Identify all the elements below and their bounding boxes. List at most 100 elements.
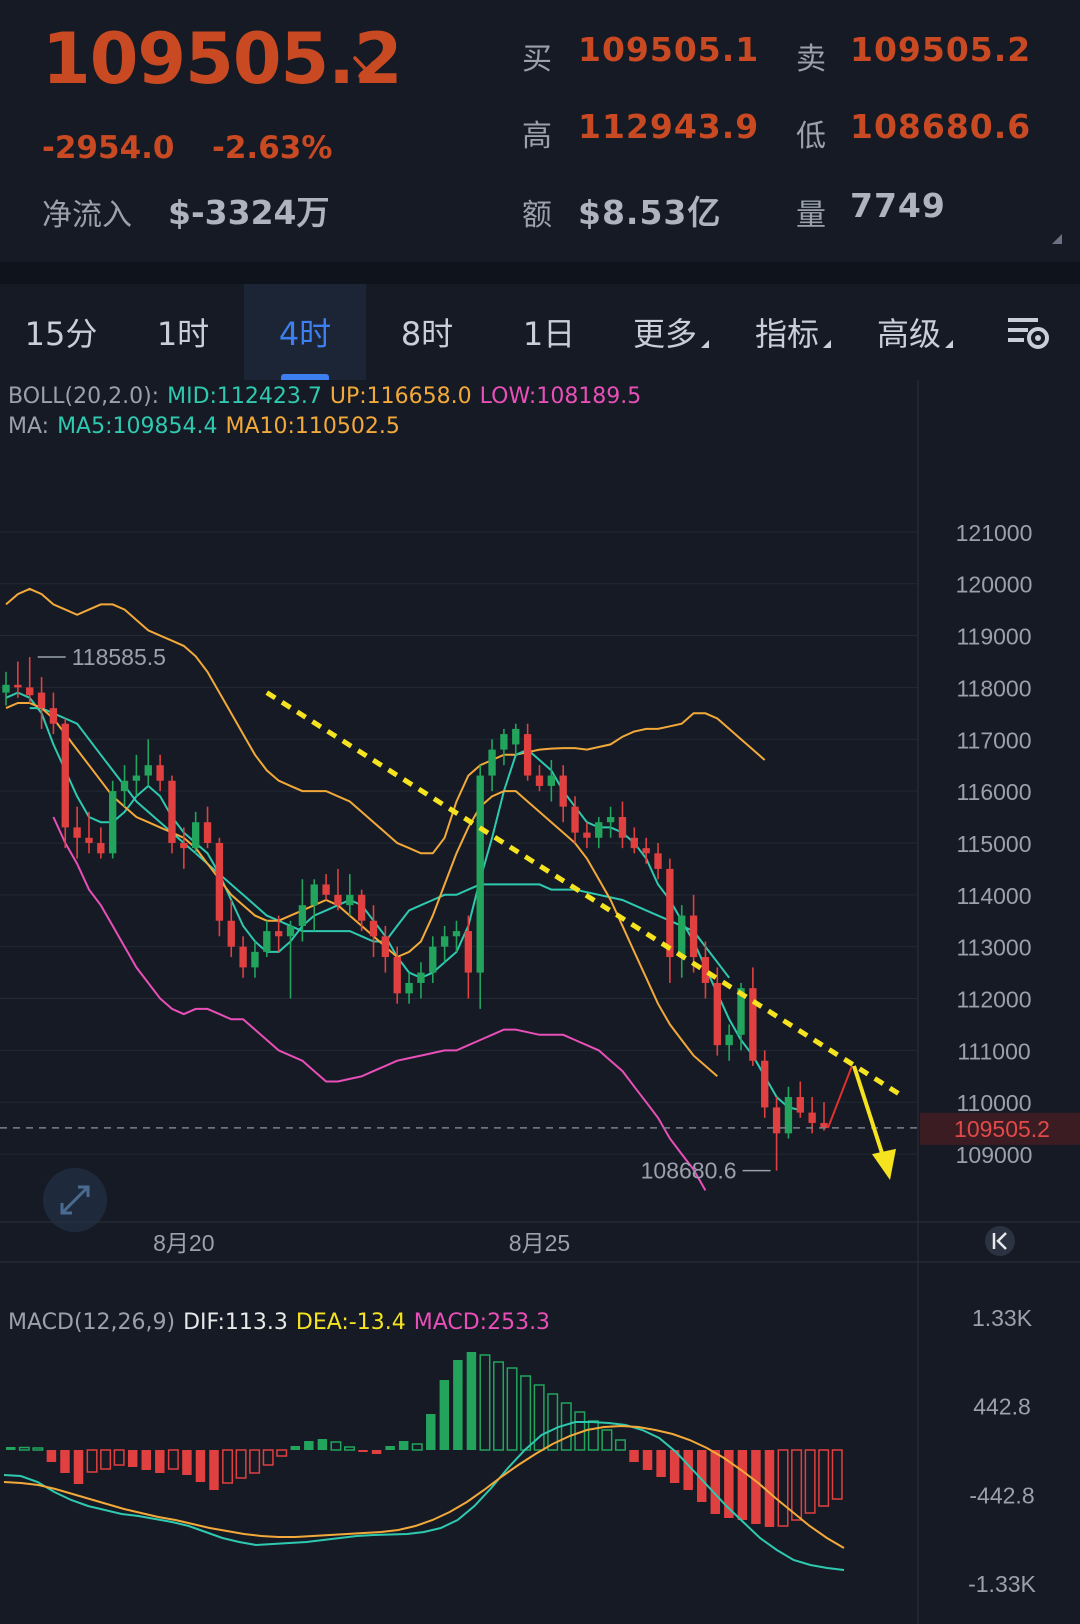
y-tick-label: 109000: [956, 1142, 1033, 1168]
low-label: 低: [796, 119, 826, 154]
candle: [49, 692, 58, 735]
expand-corner-icon[interactable]: [1052, 234, 1062, 244]
macd-histogram-bar: [385, 1446, 395, 1450]
tab-15m[interactable]: 15分: [0, 284, 122, 380]
candle-body: [678, 915, 686, 958]
tab-8h[interactable]: 8时: [366, 284, 488, 380]
y-tick-label: 111000: [957, 1038, 1030, 1064]
candle: [298, 879, 307, 942]
candle: [263, 920, 271, 958]
macd-histogram-bar: [479, 1354, 491, 1451]
macd-panel: 1.33K 442.8 -442.8 -1.33K: [3, 1305, 1037, 1597]
candle-body: [666, 868, 674, 958]
candle: [73, 806, 81, 859]
dropdown-triangle-icon: [823, 340, 831, 348]
tab-1h[interactable]: 1时: [122, 284, 244, 380]
macd-histogram-bar: [453, 1360, 463, 1450]
y-tick-label: 114000: [956, 883, 1031, 909]
divider: [0, 262, 1080, 284]
macd-histogram-bar: [506, 1367, 518, 1451]
candle-body: [369, 920, 378, 937]
candle: [535, 765, 544, 792]
tab-advanced[interactable]: 高级: [854, 284, 976, 380]
candle-body: [381, 936, 390, 958]
macd-histogram-bar: [466, 1352, 477, 1450]
candle-body: [476, 775, 484, 973]
candle: [417, 962, 425, 999]
candle-body: [2, 684, 10, 693]
candle-body: [488, 749, 496, 776]
candle-body: [156, 765, 164, 781]
y-tick-label: 116000: [956, 779, 1031, 805]
macd-dea-value: DEA:-13.4: [295, 1310, 406, 1335]
macd-histogram-bar: [493, 1361, 505, 1451]
candle: [97, 827, 105, 859]
candle-body: [109, 791, 117, 854]
candle-body: [286, 925, 295, 937]
candle: [713, 967, 721, 1056]
candle: [796, 1081, 804, 1118]
chart-settings-button[interactable]: [976, 284, 1080, 380]
tab-label: 4时: [278, 315, 332, 353]
y-tick-label: 118000: [956, 675, 1031, 701]
candle: [725, 1024, 733, 1061]
y-tick-label: 117000: [956, 727, 1031, 753]
projection-arrow-head: [872, 1148, 896, 1180]
tab-4h[interactable]: 4时: [244, 284, 366, 380]
macd-histogram-bar: [46, 1450, 57, 1462]
price-axis: 121000 120000 119000 118000 117000 116000 1150…: [956, 520, 1033, 1168]
candle: [346, 874, 354, 916]
ask-label: 卖: [796, 42, 826, 77]
candle-body: [464, 931, 473, 973]
candle-body: [357, 894, 366, 921]
candle: [749, 967, 757, 1066]
candle-body: [61, 723, 69, 828]
boll-lower-line: [52, 816, 707, 1191]
candle: [405, 972, 413, 1004]
candle: [227, 900, 235, 958]
macd-histogram-bar: [290, 1446, 301, 1450]
macd-histogram-bar: [818, 1449, 830, 1507]
macd-histogram-bar: [32, 1447, 44, 1451]
candle-body: [203, 822, 212, 843]
macd-histogram-bar: [249, 1449, 261, 1474]
macd-histogram-bar: [411, 1443, 423, 1451]
tab-indicators[interactable]: 指标: [732, 284, 854, 380]
macd-dif-value: DIF:113.3: [183, 1310, 288, 1335]
candle-body: [595, 822, 603, 838]
x-tick-label: 8月25: [509, 1230, 570, 1256]
macd-histogram-bar: [601, 1429, 613, 1451]
bid-value: 109505.1: [578, 30, 760, 69]
candle: [239, 936, 247, 978]
tab-more[interactable]: 更多: [610, 284, 732, 380]
candle-body: [642, 848, 650, 854]
macd-dif-line: [3, 1421, 845, 1571]
macd-histogram-bar: [141, 1450, 151, 1470]
macd-tick-label: -442.8: [969, 1482, 1034, 1508]
candle: [500, 728, 508, 766]
ma5-line: [5, 691, 801, 1111]
macd-histogram-bar: [358, 1450, 368, 1452]
macd-histogram-bar: [614, 1439, 626, 1451]
high-label: 高: [522, 119, 552, 154]
candle-body: [132, 775, 141, 781]
macd-histogram-bar: [371, 1450, 382, 1454]
x-tick-label: 8月20: [153, 1230, 214, 1256]
candle: [322, 874, 330, 900]
price-chart[interactable]: 109505.2 118585.5 108680.6 121000 120000 119…: [0, 380, 1080, 1624]
macd-histogram-bar: [235, 1449, 247, 1479]
netflow-label: 净流入: [42, 198, 132, 233]
high-value: 112943.9: [578, 107, 760, 146]
candle: [666, 858, 674, 983]
macd-histogram-bar: [222, 1449, 234, 1484]
scroll-to-latest-icon[interactable]: [985, 1226, 1015, 1256]
moving-averages: [5, 691, 801, 1111]
macd-histogram-bar: [209, 1450, 219, 1490]
tab-1d[interactable]: 1日: [488, 284, 610, 380]
macd-legend-label: MACD(12,26,9): [8, 1310, 176, 1335]
tab-label: 1时: [156, 315, 210, 353]
macd-histogram-bar: [831, 1449, 843, 1500]
candle: [440, 925, 449, 963]
candle-body: [239, 946, 247, 968]
candle-body: [701, 957, 710, 983]
